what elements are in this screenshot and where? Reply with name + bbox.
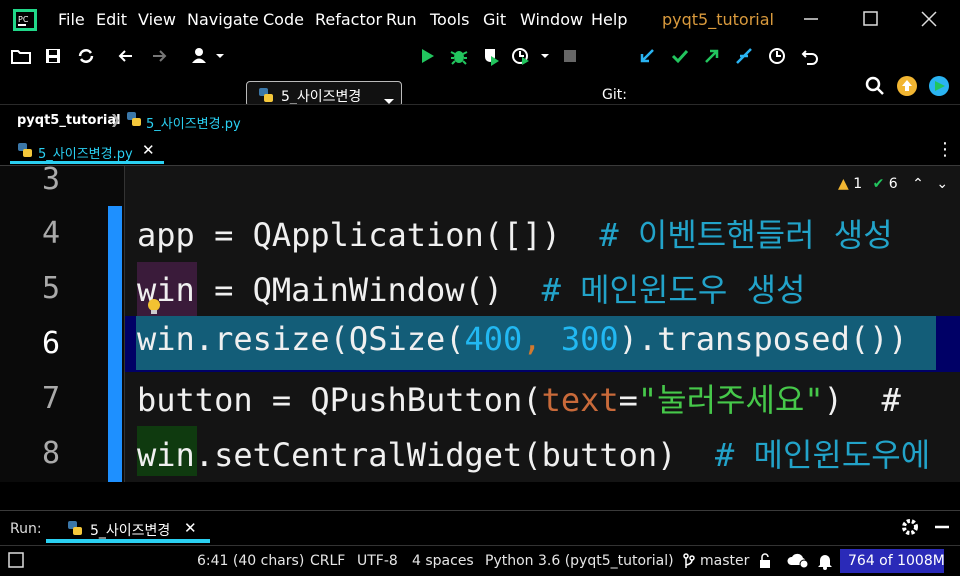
code-line-8: win.setCentralWidget(button) # 메인윈도우에 <box>137 436 931 474</box>
active-tab-indicator <box>46 539 210 543</box>
back-arrow-icon[interactable] <box>113 43 139 69</box>
run-label: Run: <box>10 521 42 537</box>
run-icon[interactable] <box>414 43 440 69</box>
git-commit-icon[interactable] <box>667 43 693 69</box>
warning-count: 1 <box>853 176 863 192</box>
line-separator[interactable]: CRLF <box>310 553 345 569</box>
code-line-4: app = QApplication([]) # 이벤트핸들러 생성 <box>137 216 893 254</box>
git-update-icon[interactable] <box>634 43 660 69</box>
menu-window[interactable]: Window <box>520 10 583 29</box>
tab-label: 5_사이즈변경.py <box>38 147 133 162</box>
menu-tools[interactable]: Tools <box>430 10 469 29</box>
svg-text:PC: PC <box>18 15 29 24</box>
pycharm-logo-icon: PC <box>12 8 38 32</box>
line-number: 7 <box>41 381 60 416</box>
git-label: Git: <box>602 87 627 103</box>
file-encoding[interactable]: UTF-8 <box>357 553 398 569</box>
tab-file[interactable]: 5_사이즈변경.py ✕ <box>6 135 164 165</box>
git-branch-icon <box>682 553 696 573</box>
forward-arrow-icon[interactable] <box>146 43 172 69</box>
line-number-gutter <box>0 166 125 482</box>
minimize-icon[interactable] <box>800 8 822 30</box>
git-merge-icon[interactable] <box>731 43 757 69</box>
more-options-icon[interactable]: ⋮ <box>936 139 954 160</box>
active-tab-indicator <box>10 161 164 164</box>
caret-position[interactable]: 6:41 (40 chars) <box>197 553 304 569</box>
run-tab-label: 5_사이즈변경 <box>90 523 171 539</box>
memory-indicator[interactable]: 764 of 1008M <box>840 549 945 573</box>
project-title: pyqt5_tutorial <box>662 10 774 29</box>
chevron-down-icon[interactable]: ⌄ <box>936 176 948 192</box>
menu-code[interactable]: Code <box>263 10 304 29</box>
notifications-icon[interactable] <box>817 552 833 574</box>
menu-file[interactable]: File <box>58 10 85 29</box>
weak-warning-count: 6 <box>888 176 898 192</box>
inspection-widget[interactable]: ▲ 1 ✔ 6 ⌃ ⌄ <box>838 176 948 192</box>
cloud-sync-icon[interactable] <box>786 551 810 573</box>
search-icon[interactable] <box>862 73 888 99</box>
line-number-active: 6 <box>41 326 60 361</box>
status-bar: 6:41 (40 chars) CRLF UTF-8 4 spaces Pyth… <box>0 545 960 576</box>
close-tab-icon[interactable]: ✕ <box>142 141 155 159</box>
code-line-7: button = QPushButton(text="눌러주세요") # <box>137 381 901 419</box>
maximize-icon[interactable] <box>860 8 882 30</box>
python-icon <box>66 519 84 541</box>
menu-edit[interactable]: Edit <box>96 10 127 29</box>
chevron-up-icon[interactable]: ⌃ <box>912 176 924 192</box>
rollback-icon[interactable] <box>797 43 823 69</box>
warning-icon: ▲ <box>838 176 849 192</box>
title-bar: PC File Edit View Navigate Code Refactor… <box>0 0 960 40</box>
run-tool-window-bar: Run: 5_사이즈변경 ✕ <box>0 510 960 546</box>
menu-view[interactable]: View <box>138 10 176 29</box>
menu-help[interactable]: Help <box>591 10 627 29</box>
python-file-icon <box>16 141 34 163</box>
code-line-5: win = QMainWindow() # 메인윈도우 생성 <box>137 271 806 309</box>
breadcrumb: pyqt5_tutorial ❯ 5_사이즈변경.py <box>0 104 960 133</box>
breadcrumb-project[interactable]: pyqt5_tutorial <box>17 113 121 128</box>
menu-run[interactable]: Run <box>386 10 417 29</box>
editor-tab-bar: 5_사이즈변경.py ✕ ⋮ <box>0 135 960 166</box>
code-line-6: win.resize(QSize(400, 300).transposed()) <box>137 320 908 358</box>
line-number: 5 <box>41 271 60 306</box>
debug-icon[interactable] <box>446 43 472 69</box>
intention-bulb-icon[interactable] <box>146 298 162 320</box>
python-file-icon <box>125 110 143 132</box>
line-number: 8 <box>41 436 60 471</box>
sync-icon[interactable] <box>73 43 99 69</box>
weak-warning-icon: ✔ <box>872 176 885 192</box>
history-icon[interactable] <box>764 43 790 69</box>
open-folder-icon[interactable] <box>8 43 34 69</box>
menu-refactor[interactable]: Refactor <box>315 10 382 29</box>
run-configuration-label: 5_사이즈변경 <box>281 89 362 105</box>
vcs-change-marker[interactable] <box>108 206 122 482</box>
code-editor[interactable]: 3 4 5 6 7 8 ▲ 1 ✔ 6 ⌃ ⌄ app = QApplicati… <box>0 166 960 482</box>
panel-toggle-icon[interactable] <box>8 552 24 572</box>
main-toolbar: 5_사이즈변경 Git: <box>0 40 960 107</box>
close-window-icon[interactable] <box>918 8 940 30</box>
stop-icon[interactable] <box>557 43 583 69</box>
code-with-me-icon[interactable] <box>926 73 952 99</box>
git-branch[interactable]: master <box>700 553 749 569</box>
menu-navigate[interactable]: Navigate <box>187 10 259 29</box>
save-icon[interactable] <box>40 43 66 69</box>
line-number: 4 <box>41 216 60 251</box>
gear-icon[interactable] <box>900 517 920 541</box>
python-interpreter[interactable]: Python 3.6 (pyqt5_tutorial) <box>485 553 674 569</box>
coverage-icon[interactable] <box>478 43 504 69</box>
indent-setting[interactable]: 4 spaces <box>412 553 474 569</box>
update-icon[interactable] <box>894 73 920 99</box>
profile-icon[interactable] <box>510 43 554 69</box>
minimize-panel-icon[interactable] <box>932 517 952 541</box>
lock-icon[interactable] <box>758 553 772 573</box>
chevron-right-icon: ❯ <box>110 113 121 128</box>
close-tab-icon[interactable]: ✕ <box>184 519 197 537</box>
user-menu-icon[interactable] <box>188 43 228 69</box>
menu-git[interactable]: Git <box>483 10 506 29</box>
line-number: 3 <box>41 166 60 197</box>
breadcrumb-file[interactable]: 5_사이즈변경.py <box>146 113 241 132</box>
git-push-icon[interactable] <box>699 43 725 69</box>
